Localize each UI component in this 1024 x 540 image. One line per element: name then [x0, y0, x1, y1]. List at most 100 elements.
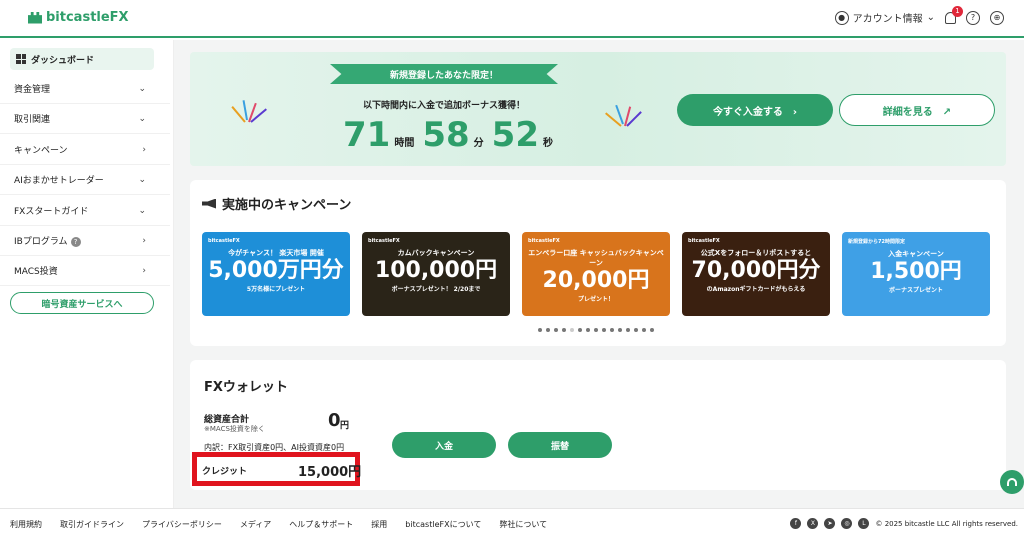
timer-minutes-unit: 分	[473, 138, 484, 149]
sidebar-item-label: MACS投資	[14, 267, 58, 277]
carousel-dot[interactable]	[554, 328, 558, 332]
campaign-logo: bitcastleFX	[688, 238, 720, 244]
campaigns-title: 実施中のキャンペーン	[222, 198, 352, 213]
help-icon[interactable]: ?	[966, 10, 980, 25]
carousel-dot[interactable]	[578, 328, 582, 332]
copyright: © 2025 bitcastle LLC All rights reserved…	[875, 519, 1018, 528]
megaphone-icon	[202, 198, 216, 209]
footer-link[interactable]: bitcastleFXについて	[405, 519, 481, 530]
globe-icon[interactable]: ⊕	[990, 10, 1004, 25]
campaign-sub: ボーナスプレゼント！ 2/20まで	[391, 286, 481, 293]
timer-seconds: 52	[491, 115, 539, 155]
campaign-banner[interactable]: bitcastleFX 今がチャンス！ 楽天市場 開催 5,000万円分 5万名様にプ…	[202, 232, 350, 316]
campaign-sub: ボーナスプレゼント	[888, 287, 943, 294]
deposit-button[interactable]: 入金	[392, 432, 496, 458]
top-header: bitcastleFX ● アカウント情報 ⌄ 1 ? ⊕	[0, 0, 1024, 38]
sidebar-item-label: IBプログラム	[14, 237, 68, 247]
carousel-dot[interactable]	[634, 328, 638, 332]
bell-icon[interactable]: 1	[945, 5, 963, 24]
carousel-dot[interactable]	[650, 328, 654, 332]
campaign-head: カムバックキャンペーン	[397, 249, 475, 257]
chevron-down-icon: ⌄	[138, 83, 146, 94]
footer: 利用規約 取引ガイドライン プライバシーポリシー メディア ヘルプ＆サポート 採用 bitc…	[0, 508, 1024, 540]
carousel-dot[interactable]	[562, 328, 566, 332]
transfer-button[interactable]: 振替	[508, 432, 612, 458]
chevron-right-icon: ›	[142, 265, 146, 276]
timer-hours-unit: 時間	[394, 138, 415, 149]
deposit-now-button[interactable]: 今すぐ入金する ›	[677, 94, 833, 126]
brand-logo[interactable]: bitcastleFX	[28, 10, 129, 25]
dashboard-icon	[16, 54, 26, 64]
sidebar-item-ai-trader[interactable]: AIおまかせトレーダー ⌄	[0, 165, 170, 195]
x-icon[interactable]: X	[807, 518, 819, 529]
credit-value: 15,000円	[298, 465, 362, 480]
total-assets-note: ※MACS投資を除く	[204, 425, 265, 433]
telegram-icon[interactable]: ➤	[824, 518, 836, 529]
footer-link[interactable]: 取引ガイドライン	[60, 519, 124, 530]
campaign-head: 今がチャンス！ 楽天市場 開催	[228, 249, 324, 257]
timer-hours: 71	[343, 115, 391, 155]
carousel-dot[interactable]	[626, 328, 630, 332]
main-content: 新規登録したあなた限定！ 以下時間内に入金で追加ボーナス獲得！ 71 時間 58…	[174, 40, 1024, 508]
carousel-dot[interactable]	[546, 328, 550, 332]
line-icon[interactable]: L	[858, 518, 870, 529]
timer-seconds-unit: 秒	[542, 138, 553, 149]
campaigns-section: 実施中のキャンペーン bitcastleFX 今がチャンス！ 楽天市場 開催 5,0…	[190, 180, 1006, 346]
footer-link[interactable]: 利用規約	[10, 519, 42, 530]
carousel-dot[interactable]	[610, 328, 614, 332]
campaign-big: 100,000円	[374, 258, 498, 283]
campaign-logo: 新規登録から72時間限定	[848, 239, 905, 245]
account-label: アカウント情報	[852, 14, 923, 25]
footer-link[interactable]: 弊社について	[499, 519, 547, 530]
campaign-logo: bitcastleFX	[528, 238, 560, 244]
campaign-sub: 5万名様にプレゼント	[246, 286, 306, 293]
campaign-banner[interactable]: bitcastleFX 公式Xをフォロー＆リポストすると 70,000円分 のAmaz…	[682, 232, 830, 316]
carousel-dot[interactable]	[538, 328, 542, 332]
brand-name: bitcastleFX	[46, 10, 129, 25]
campaign-banner[interactable]: bitcastleFX エンペラー口座 キャッシュバックキャンペーン 20,000円…	[522, 232, 670, 316]
campaign-big: 20,000円	[542, 268, 650, 293]
campaign-big: 1,500円	[870, 259, 962, 284]
footer-link[interactable]: ヘルプ＆サポート	[289, 519, 353, 530]
sidebar-item-macs[interactable]: MACS投資 ›	[0, 256, 170, 286]
footer-link[interactable]: プライバシーポリシー	[142, 519, 222, 530]
account-menu[interactable]: ● アカウント情報 ⌄	[834, 10, 935, 25]
campaign-sub: プレゼント！	[577, 296, 614, 303]
total-assets-value: 0	[328, 410, 341, 431]
details-button[interactable]: 詳細を見る ↗	[839, 94, 995, 126]
sidebar-item-campaigns[interactable]: キャンペーン ›	[0, 135, 170, 165]
carousel-dot[interactable]	[586, 328, 590, 332]
sidebar-item-ib-program[interactable]: IBプログラム? ›	[0, 226, 170, 256]
carousel-dot[interactable]	[602, 328, 606, 332]
sidebar-item-trading[interactable]: 取引関連 ⌄	[0, 104, 170, 134]
sidebar-item-fx-guide[interactable]: FXスタートガイド ⌄	[0, 196, 170, 226]
sidebar-item-dashboard[interactable]: ダッシュボード	[10, 48, 154, 70]
crypto-service-button[interactable]: 暗号資産サービスへ	[10, 292, 154, 314]
sidebar-item-label: FXスタートガイド	[14, 207, 89, 217]
footer-link[interactable]: メディア	[240, 519, 271, 530]
footer-link[interactable]: 採用	[371, 519, 387, 530]
fx-wallet-section: FXウォレット 総資産合計 ※MACS投資を除く 0 円 内訳：FX取引資産0円…	[190, 360, 1006, 490]
campaign-head: 公式Xをフォロー＆リポストすると	[700, 249, 812, 257]
campaign-logo: bitcastleFX	[208, 238, 240, 244]
campaign-banner[interactable]: 新規登録から72時間限定入金キャンペーン 1,500円ボーナスプレゼント	[842, 232, 990, 316]
campaign-head: 入金キャンペーン	[888, 250, 944, 258]
help-icon[interactable]: ?	[70, 237, 81, 247]
carousel-dot[interactable]	[642, 328, 646, 332]
bonus-banner: 新規登録したあなた限定！ 以下時間内に入金で追加ボーナス獲得！ 71 時間 58…	[190, 52, 1006, 166]
bonus-ribbon: 新規登録したあなた限定！	[330, 64, 558, 84]
instagram-icon[interactable]: ◎	[841, 518, 853, 529]
chevron-down-icon: ⌄	[926, 12, 935, 23]
support-chat-button[interactable]	[1000, 470, 1024, 494]
carousel-dot[interactable]	[594, 328, 598, 332]
sidebar-item-label: 取引関連	[14, 115, 51, 125]
facebook-icon[interactable]: f	[790, 518, 802, 529]
sidebar-item-funds[interactable]: 資金管理 ⌄	[0, 74, 170, 104]
footer-links: 利用規約 取引ガイドライン プライバシーポリシー メディア ヘルプ＆サポート 採用 bitc…	[10, 519, 547, 530]
carousel-dot[interactable]	[570, 328, 574, 332]
campaign-big: 70,000円分	[691, 258, 821, 283]
carousel-dot[interactable]	[618, 328, 622, 332]
chevron-down-icon: ⌄	[138, 205, 146, 216]
campaign-banner[interactable]: bitcastleFX カムバックキャンペーン 100,000円ボーナスプレゼント！…	[362, 232, 510, 316]
campaign-logo: bitcastleFX	[368, 238, 400, 244]
